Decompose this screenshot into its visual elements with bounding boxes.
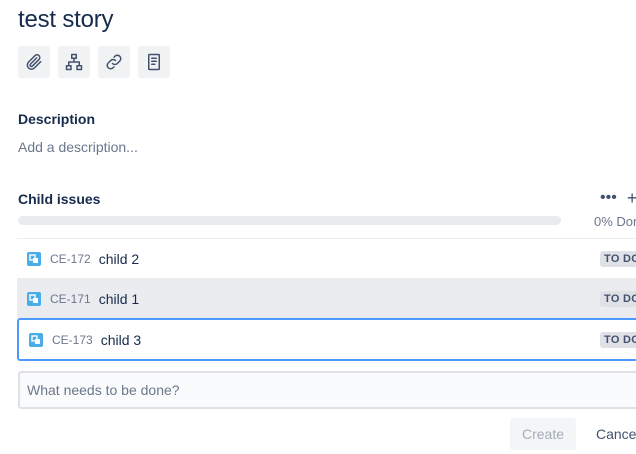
child-issue-list: CE-172 child 2 TO DO CE-171 child 1 TO D… bbox=[17, 238, 636, 361]
issue-key[interactable]: CE-173 bbox=[52, 333, 93, 347]
issue-summary[interactable]: child 3 bbox=[101, 332, 141, 348]
progress-label: 0% Done bbox=[594, 214, 636, 229]
child-issues-label: Child issues bbox=[18, 191, 101, 207]
subtask-icon bbox=[27, 251, 41, 266]
status-badge[interactable]: TO DO bbox=[600, 290, 636, 307]
attach-button[interactable] bbox=[18, 46, 50, 78]
add-child-issue-button[interactable] bbox=[58, 46, 90, 78]
attachment-icon bbox=[26, 54, 42, 70]
child-issue-row[interactable]: CE-173 child 3 TO DO bbox=[17, 318, 636, 361]
child-issue-row[interactable]: CE-171 child 1 TO DO bbox=[17, 278, 636, 318]
issue-summary[interactable]: child 2 bbox=[99, 251, 139, 267]
page-icon bbox=[148, 53, 160, 71]
child-issue-row[interactable]: CE-172 child 2 TO DO bbox=[17, 238, 636, 278]
issue-toolbar bbox=[18, 46, 170, 78]
issue-summary[interactable]: child 1 bbox=[99, 291, 139, 307]
add-page-button[interactable] bbox=[138, 46, 170, 78]
status-badge[interactable]: TO DO bbox=[600, 250, 636, 267]
child-issues-actions: ••• + bbox=[600, 189, 636, 207]
new-child-issue-input[interactable] bbox=[18, 371, 636, 409]
link-issue-button[interactable] bbox=[98, 46, 130, 78]
description-label: Description bbox=[18, 111, 96, 127]
subtask-icon bbox=[27, 291, 41, 306]
issue-key[interactable]: CE-172 bbox=[50, 252, 91, 266]
child-issues-progress-bar bbox=[18, 216, 561, 225]
link-icon bbox=[106, 54, 122, 70]
create-button[interactable]: Create bbox=[510, 418, 576, 450]
issue-title[interactable]: test story bbox=[18, 6, 114, 34]
cancel-button[interactable]: Cancel bbox=[586, 418, 636, 450]
add-icon[interactable]: + bbox=[627, 189, 636, 207]
subtask-icon bbox=[29, 332, 43, 347]
more-icon[interactable]: ••• bbox=[600, 190, 617, 206]
status-badge[interactable]: TO DO bbox=[600, 331, 636, 348]
issue-key[interactable]: CE-171 bbox=[50, 292, 91, 306]
description-placeholder[interactable]: Add a description... bbox=[18, 139, 138, 155]
child-issue-icon bbox=[65, 53, 83, 71]
